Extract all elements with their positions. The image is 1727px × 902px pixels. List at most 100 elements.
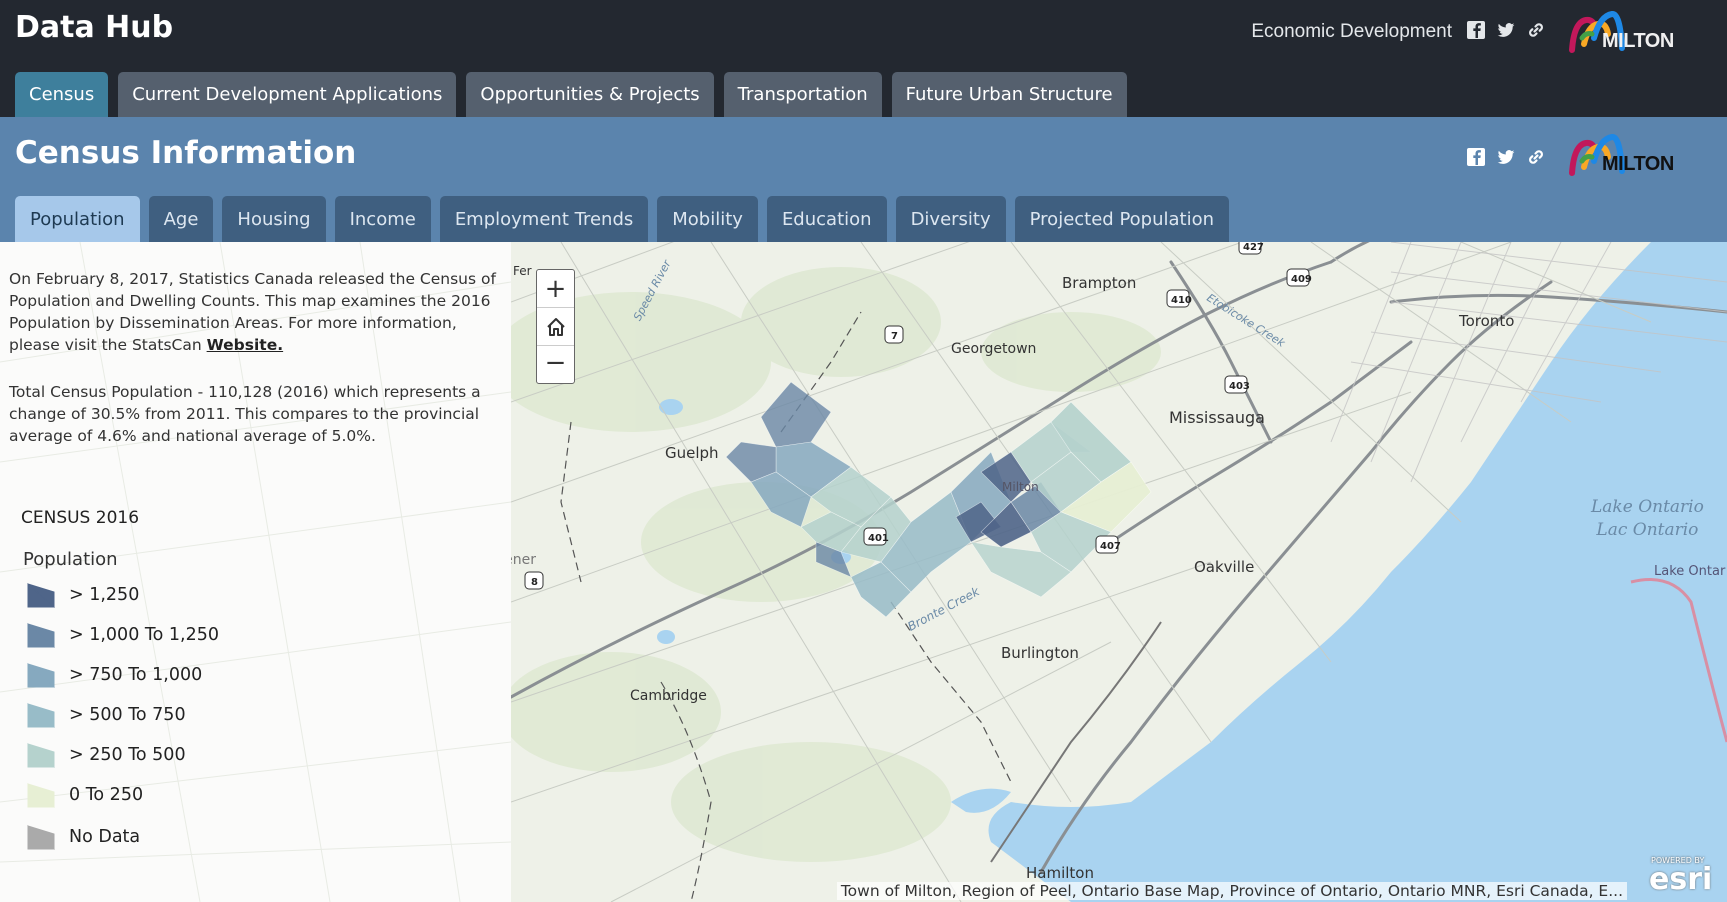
- zoom-in-button[interactable]: +: [537, 270, 574, 307]
- svg-text:409: 409: [1291, 274, 1312, 285]
- tab-population[interactable]: Population: [15, 196, 140, 242]
- tab-age[interactable]: Age: [148, 196, 214, 242]
- legend-label: > 1,250: [69, 585, 140, 605]
- legend-subtitle: Population: [23, 549, 118, 570]
- tab-income[interactable]: Income: [334, 196, 431, 242]
- map-label-guelph: Guelph: [665, 444, 719, 462]
- zoom-controls: + −: [536, 269, 575, 384]
- map-label-mississauga: Mississauga: [1169, 408, 1265, 427]
- svg-text:410: 410: [1171, 295, 1192, 306]
- app-title: Data Hub: [15, 10, 174, 45]
- map-label-brampton: Brampton: [1062, 274, 1137, 292]
- legend-item: > 750 To 1,000: [27, 662, 202, 688]
- legend-label: 0 To 250: [69, 785, 144, 805]
- tab-current-development-applications[interactable]: Current Development Applications: [118, 72, 457, 117]
- map-label-burlington: Burlington: [1001, 644, 1079, 662]
- map-label-lake-ontario: Lake Ontario Lac Ontario: [1591, 496, 1704, 542]
- svg-text:427: 427: [1243, 242, 1264, 253]
- map-attribution: Town of Milton, Region of Peel, Ontario …: [836, 882, 1627, 900]
- link-icon[interactable]: [1526, 147, 1546, 167]
- legend-swatch: [27, 702, 55, 728]
- svg-text:407: 407: [1100, 541, 1121, 552]
- highway-shield-8: 8: [524, 571, 544, 590]
- legend-swatch: [27, 582, 55, 608]
- logo-text: MILTON: [1602, 30, 1674, 52]
- esri-logo[interactable]: POWERED BY esri: [1643, 854, 1723, 898]
- social-links: [1466, 20, 1546, 40]
- legend-label: > 750 To 1,000: [69, 665, 203, 685]
- highway-shield-7: 7: [884, 325, 904, 344]
- svg-text:403: 403: [1229, 381, 1250, 392]
- info-panel: On February 8, 2017, Statistics Canada r…: [0, 242, 511, 902]
- map-label-fer: Fer: [513, 264, 532, 278]
- highway-shield-407: 407: [1095, 535, 1121, 554]
- map-label-kitchener: Kitchener: [511, 552, 536, 568]
- legend-item: > 1,250: [27, 582, 139, 608]
- tab-education[interactable]: Education: [766, 196, 887, 242]
- map-label-georgetown: Georgetown: [951, 341, 1037, 357]
- highway-shield-410: 410: [1166, 289, 1192, 308]
- intro-text: On February 8, 2017, Statistics Canada r…: [9, 268, 499, 356]
- tab-opportunities-projects[interactable]: Opportunities & Projects: [466, 72, 714, 117]
- legend-item: 0 To 250: [27, 782, 143, 808]
- facebook-icon[interactable]: [1466, 147, 1486, 167]
- top-header: Data Hub Economic Development MILTON Cen…: [0, 0, 1727, 117]
- legend-item: > 500 To 750: [27, 702, 186, 728]
- economic-development-link[interactable]: Economic Development: [1251, 21, 1452, 43]
- svg-text:7: 7: [891, 331, 898, 342]
- legend-swatch: [27, 662, 55, 688]
- map-label-hamilton: Hamilton: [1026, 864, 1094, 882]
- summary-text: Total Census Population - 110,128 (2016)…: [9, 383, 481, 445]
- link-icon[interactable]: [1526, 20, 1546, 40]
- sub-header: Census Information MILTON Population Age…: [0, 117, 1727, 242]
- twitter-icon[interactable]: [1496, 20, 1516, 40]
- legend-label: > 500 To 750: [69, 705, 186, 725]
- legend-swatch: [27, 742, 55, 768]
- map-label-lake-ontario-right: Lake Ontar: [1654, 564, 1726, 579]
- legend-label: > 1,000 To 1,250: [69, 625, 219, 645]
- legend-item: > 250 To 500: [27, 742, 186, 768]
- home-icon: [546, 317, 565, 336]
- legend-item: No Data: [27, 824, 140, 850]
- statscan-website-link[interactable]: Website.: [207, 336, 284, 354]
- sub-social-links: [1466, 147, 1546, 167]
- map-label-toronto: Toronto: [1459, 312, 1515, 330]
- twitter-icon[interactable]: [1496, 147, 1516, 167]
- highway-shield-401: 401: [863, 527, 889, 546]
- highway-shield-403: 403: [1224, 375, 1250, 394]
- zoom-out-button[interactable]: −: [537, 344, 574, 381]
- home-button[interactable]: [537, 307, 574, 346]
- legend-label: No Data: [69, 827, 141, 847]
- legend-swatch: [27, 824, 55, 850]
- highway-shield-427: 427: [1238, 242, 1264, 255]
- svg-text:401: 401: [868, 533, 889, 544]
- page-title: Census Information: [15, 135, 357, 171]
- svg-text:8: 8: [531, 577, 538, 588]
- tab-employment-trends[interactable]: Employment Trends: [439, 196, 649, 242]
- tab-housing[interactable]: Housing: [222, 196, 326, 242]
- census-tabs: Population Age Housing Income Employment…: [15, 196, 1230, 242]
- logo-text: MILTON: [1602, 153, 1674, 175]
- milton-logo[interactable]: MILTON: [1568, 8, 1718, 54]
- tab-diversity[interactable]: Diversity: [895, 196, 1006, 242]
- tab-projected-population[interactable]: Projected Population: [1014, 196, 1230, 242]
- esri-brand: esri: [1649, 862, 1713, 897]
- map-label-milton: Milton: [1002, 480, 1039, 494]
- tab-census[interactable]: Census: [15, 72, 109, 117]
- legend-item: > 1,000 To 1,250: [27, 622, 219, 648]
- tab-future-urban-structure[interactable]: Future Urban Structure: [891, 72, 1127, 117]
- lake-ontario-fr: Lac Ontario: [1596, 520, 1699, 540]
- map[interactable]: 427 409 410 403 407 401 7 8 Brampton Geo…: [511, 242, 1727, 902]
- legend-title: CENSUS 2016: [21, 508, 140, 528]
- legend-swatch: [27, 782, 55, 808]
- map-label-oakville: Oakville: [1194, 558, 1255, 576]
- tab-transportation[interactable]: Transportation: [723, 72, 882, 117]
- facebook-icon[interactable]: [1466, 20, 1486, 40]
- tab-mobility[interactable]: Mobility: [657, 196, 758, 242]
- milton-logo[interactable]: MILTON: [1568, 131, 1718, 177]
- legend-swatch: [27, 622, 55, 648]
- map-label-cambridge: Cambridge: [630, 688, 707, 704]
- highway-shield-409: 409: [1286, 268, 1312, 287]
- map-canvas[interactable]: 427 409 410 403 407 401 7 8: [511, 242, 1727, 902]
- legend-label: > 250 To 500: [69, 745, 186, 765]
